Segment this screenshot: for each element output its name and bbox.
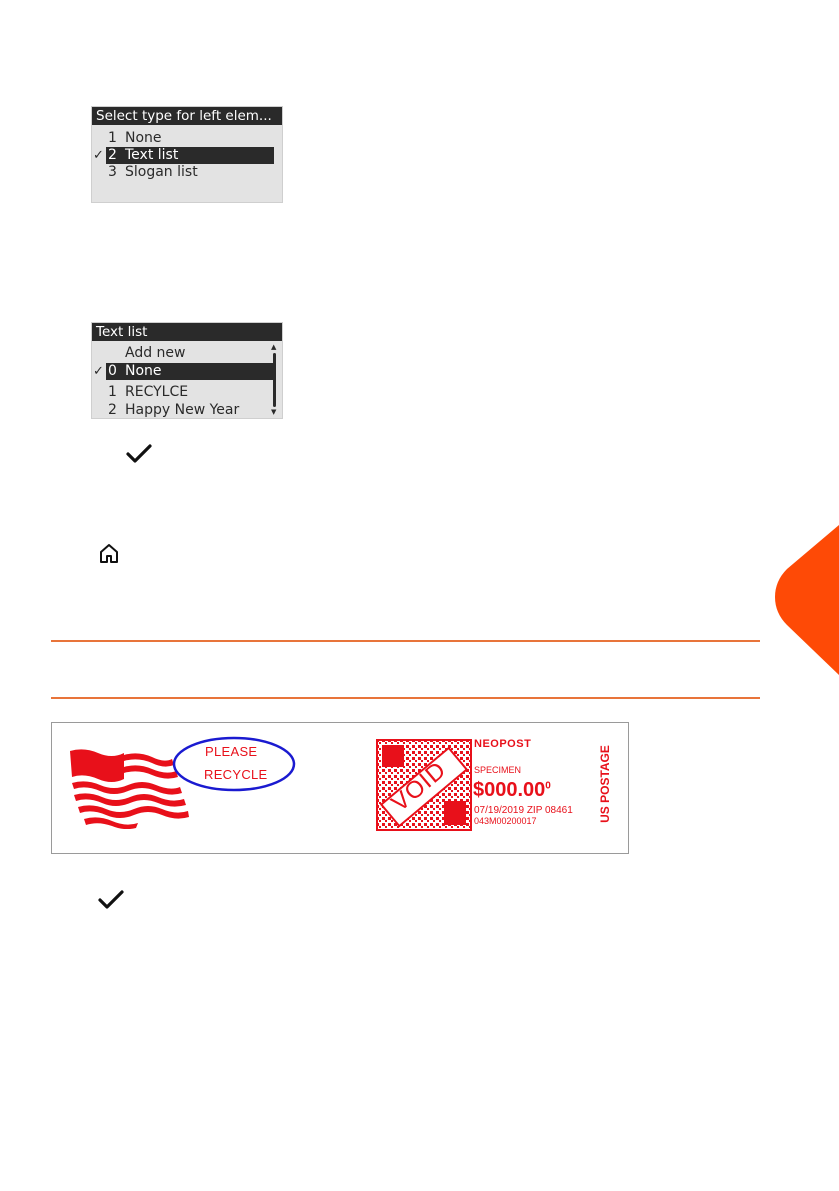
checkmark-icon: ✓ — [93, 148, 104, 163]
item-number: 0 — [108, 363, 117, 379]
item-label: Text list — [125, 147, 179, 163]
list-item-slogan-list[interactable]: 3 Slogan list — [92, 164, 282, 181]
amount-value: $000.000 — [473, 779, 551, 801]
item-label: Happy New Year — [125, 402, 240, 418]
list-item-none[interactable]: 1 None — [92, 130, 282, 147]
brand-label: NEOPOST — [474, 738, 532, 750]
checkmark-icon: ✓ — [93, 364, 104, 379]
slogan-line-1: PLEASE — [205, 744, 258, 759]
scrollbar[interactable]: ▲ ▼ — [271, 344, 276, 416]
scroll-down-arrow-icon[interactable]: ▼ — [271, 409, 276, 416]
list-item-recylce[interactable]: 1 RECYLCE — [92, 384, 272, 401]
item-number: 2 — [108, 402, 117, 418]
list-item-text-list[interactable]: ✓ 2 Text list — [92, 147, 282, 164]
screen-title: Select type for left elem... — [92, 107, 282, 125]
item-label: None — [125, 363, 162, 379]
section-divider-top — [51, 640, 760, 642]
scrollbar-thumb[interactable] — [273, 353, 276, 407]
checkmark-icon — [126, 444, 152, 463]
imprint-preview: PLEASE RECYCLE VOID NEOPOST SPECIMEN $00… — [51, 722, 629, 854]
list-item-add-new[interactable]: Add new — [92, 345, 272, 362]
scroll-up-arrow-icon[interactable]: ▲ — [271, 344, 276, 351]
item-number: 1 — [108, 130, 117, 146]
list-item-happy-new-year[interactable]: 2 Happy New Year — [92, 402, 272, 418]
section-divider-bottom — [51, 697, 760, 699]
list-item-none[interactable]: ✓ 0 None — [92, 363, 273, 380]
item-number: 2 — [108, 147, 117, 163]
lcd-screen-text-list: Text list Add new ✓ 0 None 1 RECYLCE 2 H… — [91, 322, 283, 419]
lcd-screen-select-type: Select type for left elem... 1 None ✓ 2 … — [91, 106, 283, 203]
item-label: Add new — [125, 345, 186, 361]
us-postage-label: US POSTAGE — [597, 745, 612, 823]
serial-label: 043M00200017 — [474, 816, 537, 826]
item-label: None — [125, 130, 162, 146]
specimen-label: SPECIMEN — [474, 765, 522, 775]
home-icon — [100, 544, 118, 563]
item-label: RECYLCE — [125, 384, 189, 400]
chapter-tab — [775, 525, 839, 675]
date-zip-label: 07/19/2019 ZIP 08461 — [474, 805, 573, 816]
slogan-line-2: RECYCLE — [204, 767, 268, 782]
item-number: 1 — [108, 384, 117, 400]
item-label: Slogan list — [125, 164, 198, 180]
item-number: 3 — [108, 164, 117, 180]
screen-title: Text list — [92, 323, 282, 341]
checkmark-icon — [98, 890, 124, 909]
